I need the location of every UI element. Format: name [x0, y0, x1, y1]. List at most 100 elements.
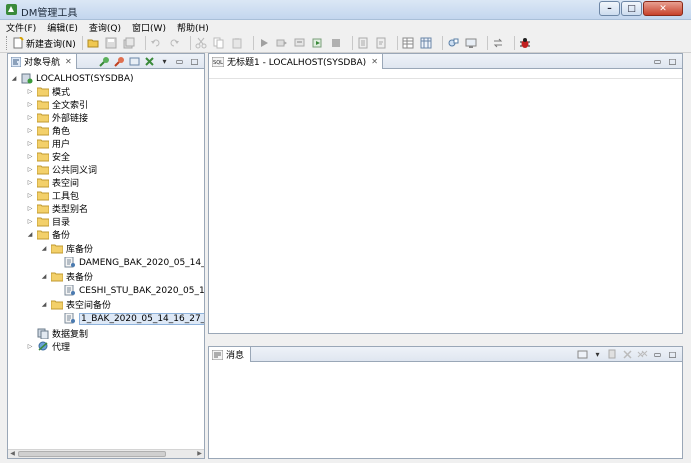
explain-button[interactable]: [294, 35, 310, 51]
cut-button[interactable]: [195, 35, 211, 51]
tree-item-agent[interactable]: ▷ 代理: [26, 340, 70, 353]
tab-editor[interactable]: SQL 无标题1 - LOCALHOST(SYSDBA) ✕: [209, 54, 383, 69]
view-menu-button[interactable]: ▾: [591, 349, 604, 361]
folder-icon: [37, 113, 49, 123]
commit-icon: [358, 37, 368, 49]
format-button[interactable]: [402, 35, 418, 51]
tree-item-table-backup[interactable]: ◢ 表备份: [40, 270, 93, 283]
display-selected-console-button[interactable]: [576, 349, 589, 361]
tree-root[interactable]: ◢ LOCALHOST(SYSDBA): [10, 72, 134, 85]
redo-button[interactable]: [168, 35, 184, 51]
collapse-arrow-icon[interactable]: ◢: [26, 231, 34, 239]
execute-step-button[interactable]: [276, 35, 292, 51]
tree-item-data-replication[interactable]: 数据复制: [37, 327, 88, 340]
tree-item-roles[interactable]: ▷ 角色: [26, 124, 70, 137]
expand-arrow-icon[interactable]: ▷: [26, 127, 34, 135]
minimize-view-button[interactable]: ▭: [173, 56, 186, 68]
debug-button[interactable]: [519, 35, 535, 51]
expand-arrow-icon[interactable]: ▷: [26, 343, 34, 351]
execute-script-button[interactable]: [312, 35, 328, 51]
tree-item-schema[interactable]: ▷ 模式: [26, 85, 70, 98]
tree-item-external-link[interactable]: ▷ 外部链接: [26, 111, 88, 124]
tree-item-label: 用户: [52, 140, 71, 150]
expand-arrow-icon[interactable]: ▷: [26, 166, 34, 174]
menu-query[interactable]: 查询(Q): [89, 21, 121, 34]
expand-arrow-icon[interactable]: ▷: [26, 192, 34, 200]
rollback-button[interactable]: [375, 35, 391, 51]
expand-arrow-icon[interactable]: ▷: [26, 179, 34, 187]
monitor-button[interactable]: [465, 35, 481, 51]
close-icon[interactable]: ✕: [371, 57, 378, 66]
expand-arrow-icon[interactable]: ▷: [26, 218, 34, 226]
view-menu-button[interactable]: ▾: [158, 56, 171, 68]
minimize-button[interactable]: –: [599, 1, 620, 16]
pin-console-button[interactable]: [606, 349, 619, 361]
tree-item-db-backup[interactable]: ◢ 库备份: [40, 242, 93, 255]
commit-button[interactable]: [357, 35, 373, 51]
copy-button[interactable]: [213, 35, 229, 51]
tree-item-type-alias[interactable]: ▷ 类型别名: [26, 202, 88, 215]
editor-tab-bar: SQL 无标题1 - LOCALHOST(SYSDBA) ✕ ▭ □: [209, 54, 682, 69]
close-icon[interactable]: ✕: [65, 57, 72, 66]
folder-icon: [37, 165, 49, 175]
tab-messages[interactable]: 消息: [209, 347, 252, 362]
tree-item-packages[interactable]: ▷ 工具包: [26, 189, 79, 202]
menu-file[interactable]: 文件(F): [6, 21, 36, 34]
tree-item-tablespace-backup[interactable]: ◢ 表空间备份: [40, 298, 111, 311]
maximize-view-button[interactable]: □: [666, 56, 679, 68]
expand-arrow-icon[interactable]: ▷: [26, 140, 34, 148]
tree-item-users[interactable]: ▷ 用户: [26, 137, 70, 150]
close-button[interactable]: ✕: [643, 1, 683, 16]
tree-item-tablespace-backup-file[interactable]: 1_BAK_2020_05_14_16_27_54: [64, 312, 204, 325]
expand-arrow-icon[interactable]: ▷: [26, 205, 34, 213]
tree-item-fulltext-index[interactable]: ▷ 全文索引: [26, 98, 88, 111]
undo-button[interactable]: [150, 35, 166, 51]
tree-item-public-synonyms[interactable]: ▷ 公共同义词: [26, 163, 97, 176]
disconnect-button[interactable]: [113, 56, 126, 68]
refresh-button[interactable]: [128, 56, 141, 68]
collapse-arrow-icon[interactable]: ◢: [40, 245, 48, 253]
tree-item-security[interactable]: ▷ 安全: [26, 150, 70, 163]
collapse-all-button[interactable]: [143, 56, 156, 68]
execute-button[interactable]: [258, 35, 274, 51]
minimize-view-button[interactable]: ▭: [651, 56, 664, 68]
save-button[interactable]: [105, 35, 121, 51]
tree-item-table-backup-file[interactable]: CESHI_STU_BAK_2020_05_14_16_: [64, 284, 204, 297]
menu-edit[interactable]: 编辑(E): [47, 21, 78, 34]
expand-arrow-icon[interactable]: ▷: [26, 88, 34, 96]
collapse-arrow-icon[interactable]: ◢: [40, 273, 48, 281]
expand-arrow-icon[interactable]: ▷: [26, 101, 34, 109]
maximize-button[interactable]: □: [621, 1, 642, 16]
menu-help[interactable]: 帮助(H): [177, 21, 209, 34]
horizontal-scrollbar[interactable]: ◀ ▶: [8, 449, 204, 458]
maximize-view-button[interactable]: □: [666, 349, 679, 361]
minimize-view-button[interactable]: ▭: [651, 349, 664, 361]
scrollbar-thumb[interactable]: [18, 451, 166, 457]
stop-button[interactable]: [330, 35, 346, 51]
tree-item-tablespaces[interactable]: ▷ 表空间: [26, 176, 79, 189]
remove-all-button[interactable]: [636, 349, 649, 361]
clear-button[interactable]: [621, 349, 634, 361]
paste-button[interactable]: [231, 35, 247, 51]
scroll-right-icon[interactable]: ▶: [195, 450, 204, 458]
expand-arrow-icon[interactable]: ▷: [26, 114, 34, 122]
menu-window[interactable]: 窗口(W): [132, 21, 166, 34]
tree-item-db-backup-file[interactable]: DAMENG_BAK_2020_05_14_16_1: [64, 256, 204, 269]
pin-icon: [608, 349, 616, 359]
collapse-arrow-icon[interactable]: ◢: [10, 75, 18, 83]
new-query-button[interactable]: 新建查询(N): [12, 35, 76, 51]
sql-editor-area[interactable]: [209, 80, 682, 333]
maximize-view-button[interactable]: □: [188, 56, 201, 68]
expand-arrow-icon[interactable]: ▷: [26, 153, 34, 161]
save-all-button[interactable]: [123, 35, 139, 51]
collapse-arrow-icon[interactable]: ◢: [40, 301, 48, 309]
tree-item-backup[interactable]: ◢ 备份: [26, 228, 70, 241]
open-button[interactable]: [87, 35, 103, 51]
link-button[interactable]: [447, 35, 463, 51]
transfer-button[interactable]: [492, 35, 508, 51]
table-view-button[interactable]: [420, 35, 436, 51]
scroll-left-icon[interactable]: ◀: [8, 450, 17, 458]
tree-item-directory[interactable]: ▷ 目录: [26, 215, 70, 228]
tab-object-navigator[interactable]: 对象导航 ✕: [8, 54, 77, 69]
connect-button[interactable]: [98, 56, 111, 68]
